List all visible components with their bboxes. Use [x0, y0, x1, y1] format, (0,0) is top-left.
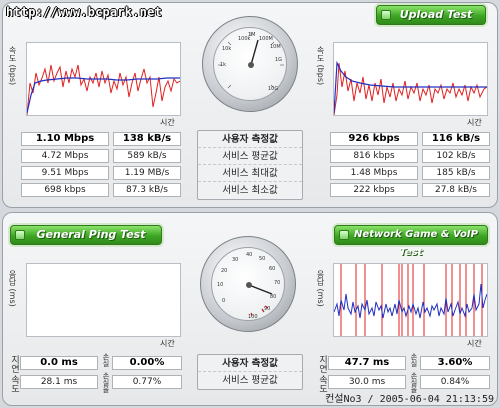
upload-min-Bps: 27.8 kB/s — [422, 183, 490, 197]
ping-gauge: 30 40 50 60 70 80 20 10 0 100 90 — [200, 236, 296, 332]
upload-y-axis-label: 속도 (bps) — [316, 46, 325, 86]
ping-average-ms: 28.1 ms — [20, 375, 98, 389]
general-ping-test-label: General Ping Test — [36, 228, 146, 241]
download-y-axis-label: 속도 (bps) — [8, 46, 17, 86]
ping-loss-label: 손실 — [102, 353, 110, 367]
ping-tick-7: 10 — [217, 282, 223, 288]
general-ping-test-button[interactable]: General Ping Test — [10, 225, 162, 245]
label-service-min: 서비스 최소값 — [222, 185, 278, 196]
upload-x-axis-label: 시간 — [467, 118, 482, 127]
speed-tick-2: 1M — [248, 32, 256, 38]
ping-rate-word: 손실율 — [102, 372, 110, 393]
download-max-Bps: 1.19 MB/s — [113, 166, 181, 180]
upload-measured-bps: 926 kbps — [330, 132, 418, 146]
game-loss-label: 손실 — [410, 353, 418, 367]
ping-tick-3: 60 — [269, 266, 275, 272]
ping-measured-loss: 0.00% — [112, 356, 182, 370]
download-average-bps: 4.72 Mbps — [21, 149, 109, 163]
download-measured-Bps: 138 kB/s — [113, 132, 181, 146]
game-x-axis-label: 시간 — [467, 339, 482, 348]
game-average-loss: 0.84% — [420, 375, 490, 389]
ping-graph — [26, 263, 181, 337]
indicator-icon — [339, 230, 349, 240]
speed-tick-5: 10k — [222, 46, 231, 52]
ping-gauge-needle — [248, 284, 273, 295]
upload-measured-Bps: 116 kB/s — [422, 132, 490, 146]
speed-gauge-face: 100k 100M 1M 10M 1G 10k 1k 10G — [213, 27, 287, 101]
label-service-average: 서비스 평균값 — [198, 148, 302, 165]
ping-tick-1: 40 — [246, 252, 252, 258]
download-x-axis-label: 시간 — [160, 118, 175, 127]
upload-average-bps: 816 kbps — [330, 149, 418, 163]
speed-gauge-needle — [250, 39, 259, 66]
watermark: http://www.bcpark.net — [6, 5, 162, 19]
upload-graph-svg — [333, 60, 488, 116]
speed-tick-4: 1G — [275, 57, 282, 63]
download-max-bps: 9.51 Mbps — [21, 166, 109, 180]
download-blue-series — [26, 77, 180, 114]
upload-graph — [333, 42, 488, 116]
ping-delay-label: 지연 — [9, 355, 19, 373]
label-service-max: 서비스 최대값 — [198, 165, 302, 182]
download-red-series — [26, 64, 181, 116]
game-measured-loss: 3.60% — [420, 356, 490, 370]
ping-measured-ms: 0.0 ms — [20, 356, 98, 370]
upload-max-bps: 1.48 Mbps — [330, 166, 418, 180]
ping-tick-4: 70 — [274, 280, 280, 286]
ping-tick-0: 30 — [232, 257, 238, 263]
upload-red-series — [333, 62, 488, 116]
download-min-bps: 698 kbps — [21, 183, 109, 197]
speed-gauge: 100k 100M 1M 10M 1G 10k 1k 10G — [202, 16, 298, 112]
ping-gauge-face: 30 40 50 60 70 80 20 10 0 100 90 — [211, 247, 285, 321]
speed-gauge-svg: 100k 100M 1M 10M 1G 10k 1k 10G — [218, 32, 284, 92]
game-y-axis-label: 응답 (ms) — [316, 270, 325, 307]
game-graph — [333, 263, 488, 337]
ping-gauge-svg: 30 40 50 60 70 80 20 10 0 100 90 — [217, 252, 280, 320]
ping-tick-8: 0 — [222, 298, 225, 304]
network-game-voip-test-button[interactable]: Network Game & VoIP Test — [334, 225, 488, 258]
upload-min-bps: 222 kbps — [330, 183, 418, 197]
game-measured-ms: 47.7 ms — [328, 356, 406, 370]
upload-max-Bps: 185 kB/s — [422, 166, 490, 180]
ping-average-loss: 0.77% — [112, 375, 182, 389]
indicator-icon — [15, 230, 25, 240]
speed-tick-1: 100M — [259, 36, 273, 42]
label-service-average-bottom: 서비스 평균값 — [222, 375, 278, 386]
indicator-icon — [381, 10, 391, 20]
download-graph-svg — [26, 64, 181, 116]
ping-x-axis-label: 시간 — [160, 339, 175, 348]
upload-test-button[interactable]: Upload Test — [376, 5, 486, 25]
footer-timestamp: 컨설No3 / 2005-06-04 21:13:59 — [325, 394, 494, 405]
ping-tick-9: 100 — [248, 314, 258, 320]
game-graph-svg — [333, 264, 488, 336]
game-average-ms: 30.0 ms — [328, 375, 406, 389]
game-blue-series — [333, 283, 488, 319]
speed-tick-3: 10M — [270, 44, 281, 50]
download-graph — [26, 42, 181, 116]
ping-tick-5: 80 — [270, 294, 276, 300]
download-measured-bps: 1.10 Mbps — [21, 132, 109, 146]
game-loss-markers — [340, 264, 483, 336]
upload-average-Bps: 102 kB/s — [422, 149, 490, 163]
label-user-measured: 사용자 측정값 — [198, 131, 302, 148]
label-user-measured-bottom: 사용자 측정값 — [198, 355, 302, 372]
game-delay-label: 지연 — [317, 355, 327, 373]
download-min-Bps: 87.3 kB/s — [113, 183, 181, 197]
ping-y-axis-label: 응답 (ms) — [8, 270, 17, 307]
ping-speed-word: 속도 — [9, 375, 19, 393]
download-average-Bps: 589 kB/s — [113, 149, 181, 163]
center-label-box-bottom: 사용자 측정값 서비스 평균값 — [197, 354, 303, 390]
ping-tick-2: 50 — [259, 256, 265, 262]
upload-test-label: Upload Test — [399, 8, 473, 21]
center-label-box: 사용자 측정값 서비스 평균값 서비스 최대값 서비스 최소값 — [197, 130, 303, 200]
ping-tick-6: 20 — [221, 268, 227, 274]
